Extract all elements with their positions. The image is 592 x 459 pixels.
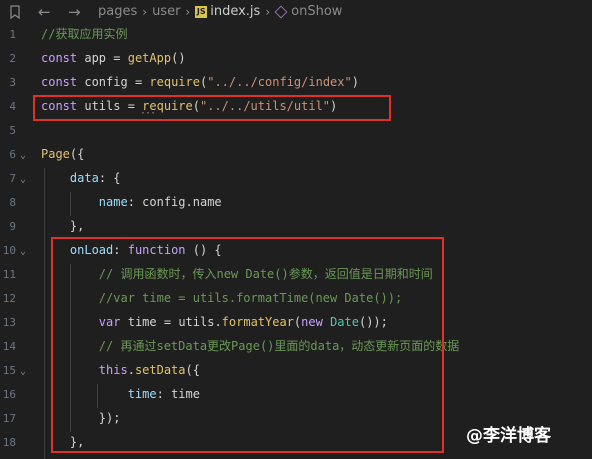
line-number: 13 bbox=[2, 316, 16, 329]
code-line: Page({ bbox=[41, 147, 85, 161]
line-number: 10 bbox=[2, 244, 16, 257]
line-number: 3 bbox=[9, 76, 16, 89]
back-arrow-icon[interactable]: ← bbox=[38, 3, 51, 21]
code-line: }, bbox=[41, 219, 85, 233]
code-line: const app = getApp() bbox=[41, 51, 186, 65]
code-editor[interactable]: 1 2 3 4 5 6 7 8 9 10 11 12 13 14 15 16 1… bbox=[0, 24, 592, 459]
chevron-right-icon: › bbox=[265, 4, 271, 19]
chevron-right-icon: › bbox=[185, 4, 191, 19]
chevron-right-icon: › bbox=[142, 4, 148, 19]
watermark: @李洋博客 bbox=[466, 426, 551, 446]
breadcrumb-item-pages[interactable]: pages bbox=[98, 4, 137, 19]
fold-chevron-icon[interactable]: ⌄ bbox=[20, 174, 26, 185]
line-number: 18 bbox=[2, 436, 16, 449]
breadcrumb-bar: ← → pages › user › JS index.js › onShow bbox=[0, 0, 592, 24]
line-number: 11 bbox=[2, 268, 16, 281]
line-number: 12 bbox=[2, 292, 16, 305]
forward-arrow-icon[interactable]: → bbox=[68, 3, 81, 21]
fold-chevron-icon[interactable]: ⌄ bbox=[20, 150, 26, 161]
line-number: 6 bbox=[9, 148, 16, 161]
line-number: 1 bbox=[9, 28, 16, 41]
line-number: 4 bbox=[9, 100, 16, 113]
line-number: 7 bbox=[9, 172, 16, 185]
breadcrumb-item-user[interactable]: user bbox=[152, 4, 180, 19]
line-number: 14 bbox=[2, 340, 16, 353]
bookmark-icon[interactable] bbox=[10, 5, 20, 19]
code-line: data: { bbox=[69, 171, 121, 185]
breadcrumb-item-file[interactable]: JS index.js bbox=[195, 4, 260, 19]
highlight-box-line-4 bbox=[33, 95, 391, 121]
code-line: const config = require("../../config/ind… bbox=[41, 75, 359, 89]
line-number: 9 bbox=[9, 220, 16, 233]
breadcrumb-item-symbol[interactable]: onShow bbox=[274, 4, 342, 19]
js-file-icon: JS bbox=[195, 5, 208, 18]
code-line: name: config.name bbox=[98, 195, 222, 209]
code-line: //获取应用实例 bbox=[41, 27, 128, 41]
fold-chevron-icon[interactable]: ⌄ bbox=[20, 366, 26, 377]
fold-chevron-icon[interactable]: ⌄ bbox=[20, 246, 26, 257]
line-number: 2 bbox=[9, 52, 16, 65]
line-number: 17 bbox=[2, 412, 16, 425]
line-number: 16 bbox=[2, 388, 16, 401]
method-icon bbox=[274, 5, 288, 18]
highlight-box-onload bbox=[51, 237, 444, 453]
line-number: 15 bbox=[2, 364, 16, 377]
line-number: 8 bbox=[9, 196, 16, 209]
breadcrumb: pages › user › JS index.js › onShow bbox=[98, 4, 342, 19]
line-number: 5 bbox=[9, 124, 16, 137]
